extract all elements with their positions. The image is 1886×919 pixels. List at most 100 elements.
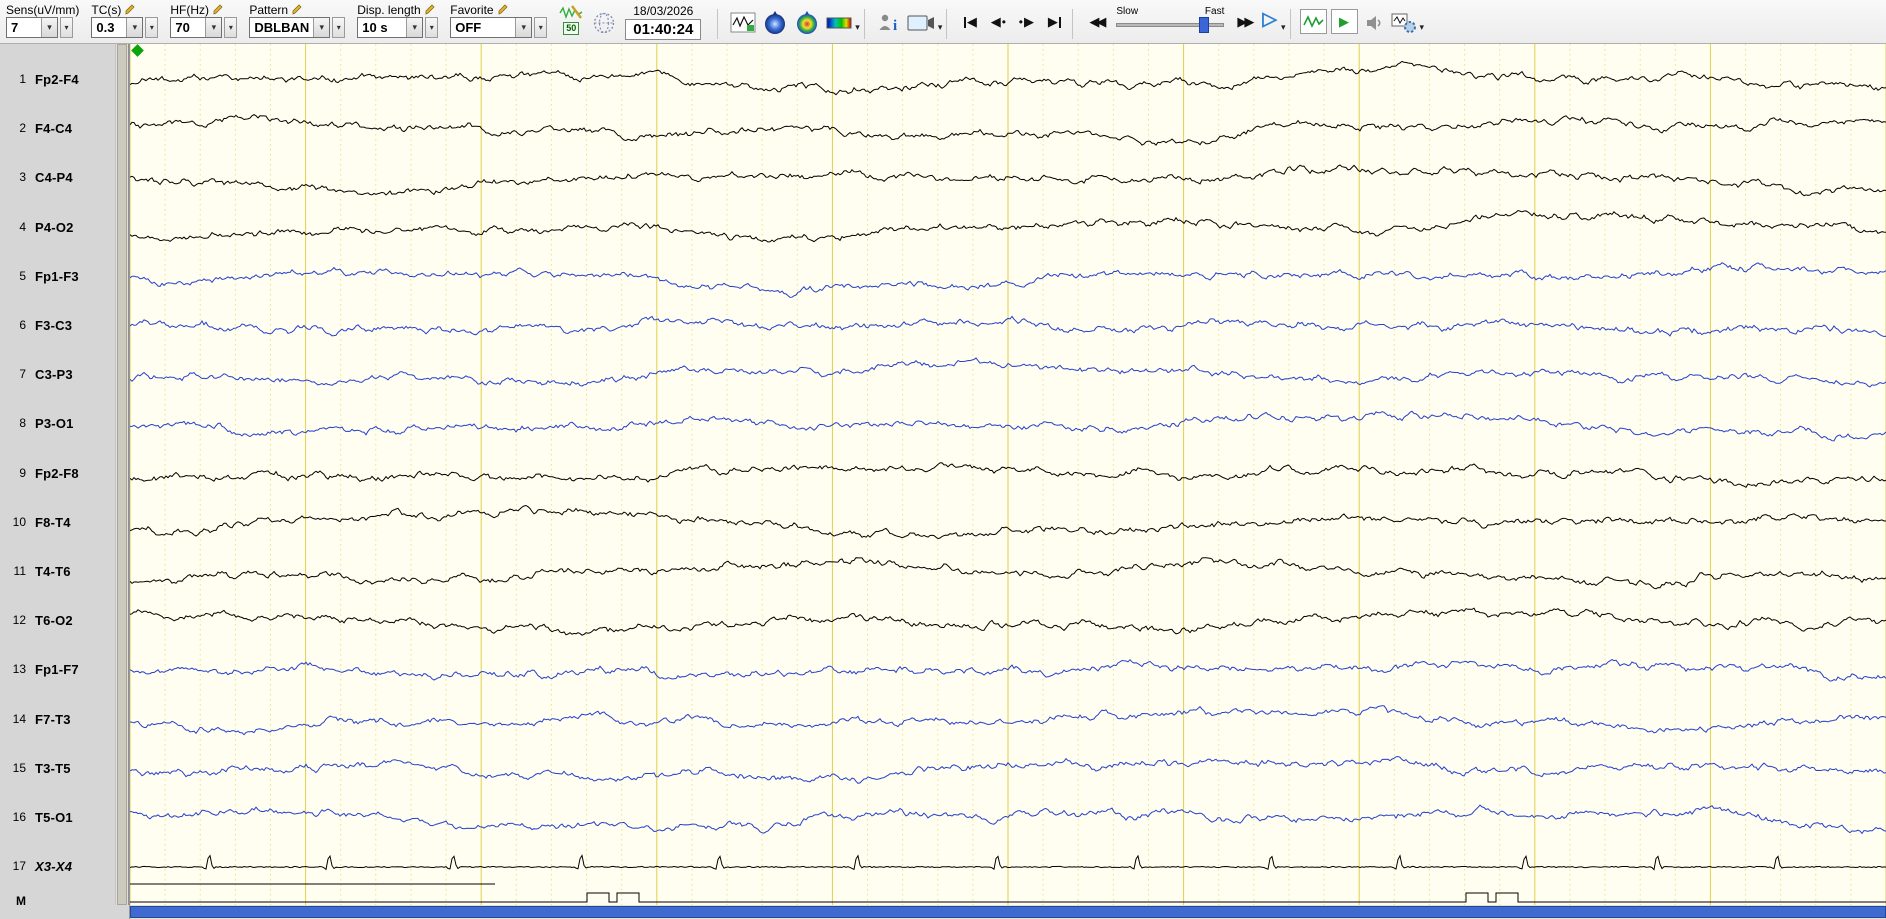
chevron-down-icon[interactable]: ▾ [41, 18, 57, 37]
channel-label: F8-T4 [35, 514, 71, 530]
fast-forward-button[interactable]: ▶▶ [1230, 10, 1258, 34]
disp-length-select[interactable]: 10 s ▾ [357, 17, 424, 38]
patient-info-button[interactable]: i [874, 8, 904, 38]
edit-pencil-icon[interactable] [213, 4, 224, 15]
bar-icon [1058, 16, 1061, 28]
electrode-map-button[interactable] [589, 8, 619, 38]
channel-row[interactable]: 14 F7-T3 [0, 709, 115, 729]
speed-slider-track[interactable] [1114, 17, 1226, 33]
favorite-spin-button[interactable]: ▾ [534, 17, 548, 38]
speed-slider-thumb[interactable] [1199, 17, 1210, 33]
channel-number: 11 [13, 564, 26, 578]
channel-row[interactable]: 13 Fp1-F7 [0, 659, 115, 679]
topo-map-blue-button[interactable] [759, 8, 791, 38]
channel-row[interactable]: 5 Fp1-F3 [0, 266, 115, 286]
montage-settings-button[interactable] [1388, 8, 1420, 38]
colormap-dropdown-icon[interactable]: ▾ [855, 22, 860, 33]
video-dropdown-icon[interactable]: ▾ [938, 22, 943, 33]
bar-icon [963, 16, 966, 28]
tc-select[interactable]: 0.3 ▾ [91, 17, 144, 38]
quick-wave-button[interactable] [727, 8, 759, 38]
edit-pencil-icon[interactable] [292, 4, 303, 15]
hf-select[interactable]: 70 ▾ [170, 17, 223, 38]
play-dropdown-icon[interactable]: ▾ [1281, 22, 1286, 33]
pattern-select[interactable]: DBLBAN ▾ [249, 17, 331, 38]
topo-map-color-button[interactable] [791, 8, 823, 38]
disp-length-spin-button[interactable]: ▾ [425, 17, 439, 38]
channel-label: Fp1-F3 [35, 268, 79, 284]
horizontal-scrollbar[interactable] [130, 905, 1886, 919]
dot-icon: • [1001, 15, 1006, 29]
hf-spin-button[interactable]: ▾ [224, 17, 238, 38]
jump-to-end-button[interactable]: ▶ [1040, 10, 1068, 34]
channel-row[interactable]: 2 F4-C4 [0, 118, 115, 138]
chevron-down-icon[interactable]: ▾ [126, 18, 143, 37]
vertical-scrollbar-thumb[interactable] [117, 44, 127, 905]
channel-row[interactable]: 17 X3-X4 [0, 856, 115, 876]
sens-spin-button[interactable]: ▾ [60, 17, 73, 38]
channel-label: C3-P3 [35, 366, 73, 382]
jump-to-start-button[interactable]: ◀ [956, 10, 984, 34]
tc-control: TC(s) 0.3 ▾ ▾ [91, 2, 159, 38]
right-triangle-icon: ▶ [1023, 14, 1034, 29]
notch-filter-button[interactable]: 50 [559, 4, 583, 35]
vertical-scrollbar[interactable] [115, 44, 129, 905]
tc-spin-button[interactable]: ▾ [145, 17, 159, 38]
play-button[interactable]: ▷ [1258, 8, 1281, 31]
channel-row[interactable]: 15 T3-T5 [0, 758, 115, 778]
channel-number: M [16, 894, 26, 908]
channel-row[interactable]: 8 P3-O1 [0, 413, 115, 433]
eeg-waveforms [130, 60, 1886, 903]
favorite-select[interactable]: OFF ▾ [450, 17, 533, 38]
fast-backward-button[interactable]: ◀◀ [1082, 10, 1110, 34]
trace-P3-O1 [130, 410, 1886, 442]
sens-select[interactable]: 7 ▾ [6, 17, 58, 38]
chevron-down-icon[interactable]: ▾ [313, 18, 330, 37]
horizontal-scrollbar-thumb[interactable] [130, 906, 1886, 918]
edit-pencil-icon[interactable] [425, 4, 436, 15]
edit-pencil-icon[interactable] [498, 4, 509, 15]
pattern-value: DBLBAN [254, 20, 310, 35]
video-camera-icon [907, 15, 934, 31]
channel-number: 1 [19, 72, 26, 86]
record-date: 18/03/2026 [633, 4, 694, 18]
trace-F4-C4 [130, 114, 1886, 146]
trace-F3-C3 [130, 315, 1886, 338]
chevron-down-icon[interactable]: ▾ [515, 18, 532, 37]
channel-number: 14 [12, 712, 26, 726]
trace-Fp1-F3 [130, 262, 1886, 298]
channel-label: X3-X4 [35, 858, 73, 874]
settings-dropdown-icon[interactable]: ▾ [1420, 22, 1425, 33]
channel-row[interactable]: 10 F8-T4 [0, 512, 115, 532]
channel-row[interactable]: 7 C3-P3 [0, 364, 115, 384]
channel-row[interactable]: 6 F3-C3 [0, 315, 115, 335]
auto-play-button[interactable]: ▶ [1330, 9, 1358, 34]
channel-row[interactable]: 16 T5-O1 [0, 807, 115, 827]
channel-row[interactable]: 12 T6-O2 [0, 610, 115, 630]
chevron-down-icon[interactable]: ▾ [406, 18, 423, 37]
channel-row[interactable]: 4 P4-O2 [0, 217, 115, 237]
step-back-button[interactable]: ◀ • [984, 10, 1012, 34]
playback-speed-slider: Slow Fast [1114, 6, 1226, 33]
eeg-trace-area[interactable] [130, 44, 1886, 905]
disp-length-value: 10 s [362, 20, 388, 35]
colormap-button[interactable] [823, 8, 855, 38]
double-left-icon: ◀◀ [1089, 14, 1106, 29]
channel-row[interactable]: 1 Fp2-F4 [0, 69, 115, 89]
audio-button[interactable] [1362, 8, 1388, 38]
pattern-spin-button[interactable]: ▾ [332, 17, 346, 38]
channel-row[interactable]: 11 T4-T6 [0, 561, 115, 581]
channel-row[interactable]: 9 Fp2-F8 [0, 463, 115, 483]
channel-number: 12 [12, 613, 26, 627]
trend-analysis-button[interactable] [1299, 9, 1327, 34]
waveform-icon [730, 12, 756, 33]
video-button[interactable] [904, 8, 938, 38]
channel-row[interactable]: M [0, 891, 115, 911]
chevron-down-icon[interactable]: ▾ [205, 18, 222, 37]
channel-label: C4-P4 [35, 169, 73, 185]
hf-label: HF(Hz) [170, 2, 210, 17]
toolbar-divider [863, 9, 865, 39]
step-forward-button[interactable]: • ▶ [1012, 10, 1040, 34]
edit-pencil-icon[interactable] [125, 4, 136, 15]
channel-row[interactable]: 3 C4-P4 [0, 167, 115, 187]
